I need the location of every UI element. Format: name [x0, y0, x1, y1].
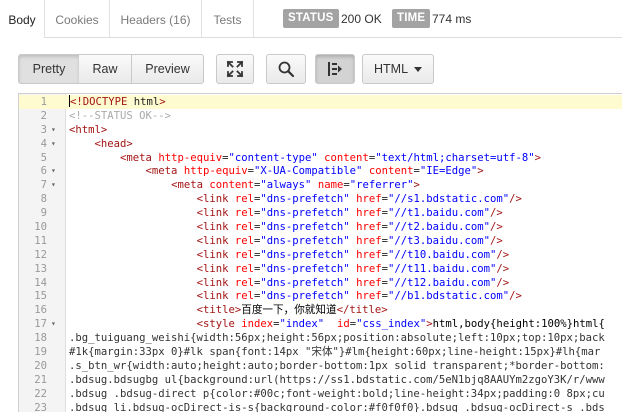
wrap-lines-button[interactable]: [315, 54, 355, 84]
code-line: 20 .s_btn_wr{width:auto;height:auto;borde…: [19, 359, 622, 373]
line-number: 9: [40, 207, 47, 220]
line-number: 6: [40, 165, 47, 178]
code-line: 15 <link rel="dns-prefetch" href="//b1.b…: [19, 289, 622, 303]
tab-cookies[interactable]: Cookies: [45, 0, 110, 37]
line-number: 14: [34, 276, 47, 289]
code-line: 13 <link rel="dns-prefetch" href="//t11.…: [19, 262, 622, 276]
code-text: <link rel="dns-prefetch" href="//b1.bdst…: [196, 290, 522, 303]
line-number: 16: [34, 304, 47, 317]
search-button[interactable]: [266, 54, 306, 84]
code-text: .s_btn_wr{width:auto;height:auto;border-…: [69, 359, 605, 372]
line-number: 4: [40, 137, 47, 150]
code-text: <!DOCTYPE html>: [69, 95, 166, 108]
code-line: 23 .bdsug li.bdsug-ocDirect-is-s{backgrou…: [19, 401, 622, 412]
fold-arrow-icon[interactable]: ▾: [51, 137, 61, 151]
wrap-lines-icon: [328, 62, 342, 76]
line-number: 15: [34, 290, 47, 303]
code-line: 21 .bdsug.bdsugbg ul{background:url(https…: [19, 373, 622, 387]
line-number: 11: [34, 234, 47, 247]
status-badge: STATUS: [283, 9, 339, 28]
code-line: 16 <title>百度一下，你就知道</title>: [19, 303, 622, 317]
code-line: 8 <link rel="dns-prefetch" href="//s1.bd…: [19, 192, 622, 206]
code-line: 19 #1k{margin:33px 0}#lk span{font:14px "…: [19, 345, 622, 359]
line-number: 12: [34, 248, 47, 261]
code-text: <title>百度一下，你就知道</title>: [196, 304, 388, 317]
code-line: 18 .bg_tuiguang_weishi{width:56px;height:…: [19, 331, 622, 345]
code-text: <meta content="always" name="referrer">: [171, 179, 420, 192]
code-text: #1k{margin:33px 0}#lk span{font:14px "宋体…: [69, 346, 601, 359]
code-text: <link rel="dns-prefetch" href="//t1.baid…: [196, 207, 503, 220]
line-number: 21: [34, 373, 47, 386]
code-text: <link rel="dns-prefetch" href="//t2.baid…: [196, 221, 503, 234]
response-tabs: Body Cookies Headers (16) Tests STATUS 2…: [0, 0, 622, 38]
code-line: 17 ▾ <style index="index" id="css_index">…: [19, 317, 622, 331]
line-number: 2: [40, 109, 47, 122]
tab-body[interactable]: Body: [0, 0, 45, 38]
code-line: 12 <link rel="dns-prefetch" href="//t10.…: [19, 248, 622, 262]
tab-tests[interactable]: Tests: [202, 0, 254, 37]
code-line: 10 <link rel="dns-prefetch" href="//t2.b…: [19, 220, 622, 234]
expand-button[interactable]: [216, 54, 254, 84]
fold-arrow-icon[interactable]: ▾: [51, 317, 61, 331]
code-text: <html>: [69, 123, 108, 136]
line-number: 7: [40, 179, 47, 192]
line-number: 3: [40, 123, 47, 136]
fold-arrow-icon[interactable]: ▾: [51, 164, 61, 178]
code-text: <head>: [94, 137, 133, 150]
code-line: 14 <link rel="dns-prefetch" href="//t12.…: [19, 276, 622, 290]
code-text: <link rel="dns-prefetch" href="//t12.bai…: [196, 276, 510, 289]
pretty-button[interactable]: Pretty: [18, 54, 80, 84]
response-body-editor[interactable]: 1 <!DOCTYPE html> 2 <!--STATUS OK--> 3 ▾ <html…: [18, 93, 622, 412]
code-text: <!--STATUS OK-->: [69, 109, 172, 122]
code-line: 5 <meta http-equiv="content-type" conten…: [19, 151, 622, 165]
code-text: <meta http-equiv="X-UA-Compatible" conte…: [145, 165, 484, 178]
code-text: .bdsug .bdsug-direct p{color:#00c;font-w…: [69, 387, 605, 400]
line-number: 23: [34, 401, 47, 412]
line-number: 10: [34, 221, 47, 234]
format-dropdown-label: HTML: [374, 62, 409, 76]
line-number: 5: [40, 151, 47, 164]
fold-arrow-icon[interactable]: ▾: [51, 123, 61, 137]
code-text: <link rel="dns-prefetch" href="//t3.baid…: [196, 234, 503, 247]
code-lines: 1 <!DOCTYPE html> 2 <!--STATUS OK--> 3 ▾ <html…: [19, 95, 622, 412]
code-text: .bdsug li.bdsug-ocDirect-is-s{background…: [69, 401, 605, 412]
code-text: <link rel="dns-prefetch" href="//t10.bai…: [196, 248, 510, 261]
code-text: <link rel="dns-prefetch" href="//t11.bai…: [196, 262, 510, 275]
code-text: <style index="index" id="css_index">html…: [196, 318, 605, 331]
code-line: 7 ▾ <meta content="always" name="referrer…: [19, 178, 622, 192]
code-line: 11 <link rel="dns-prefetch" href="//t3.b…: [19, 234, 622, 248]
line-number: 13: [34, 262, 47, 275]
line-number: 17: [34, 318, 47, 331]
time-value: 774 ms: [432, 12, 472, 26]
line-number: 1: [40, 96, 47, 108]
code-text: .bdsug.bdsugbg ul{background:url(https:/…: [69, 373, 605, 386]
status-value: 200 OK: [341, 12, 382, 26]
line-number: 20: [34, 359, 47, 372]
caret-down-icon: [414, 67, 422, 72]
code-line: 22 .bdsug .bdsug-direct p{color:#00c;font…: [19, 387, 622, 401]
preview-button[interactable]: Preview: [131, 54, 204, 84]
code-line: 3 ▾ <html>: [19, 123, 622, 137]
time-badge: TIME: [392, 9, 431, 28]
expand-icon: [226, 60, 244, 78]
line-number: 19: [34, 346, 47, 359]
code-text: <link rel="dns-prefetch" href="//s1.bdst…: [196, 193, 522, 206]
tab-headers[interactable]: Headers (16): [110, 0, 202, 37]
code-line: 2 <!--STATUS OK-->: [19, 109, 622, 123]
line-number: 8: [40, 193, 47, 206]
code-line: 6 ▾ <meta http-equiv="X-UA-Compatible" co…: [19, 164, 622, 178]
format-dropdown[interactable]: HTML: [362, 54, 434, 84]
raw-button[interactable]: Raw: [79, 54, 132, 84]
code-line: 1 <!DOCTYPE html>: [19, 95, 622, 109]
code-line: 4 ▾ <head>: [19, 137, 622, 151]
status-area: STATUS 200 OK TIME 774 ms: [283, 9, 603, 29]
fold-arrow-icon[interactable]: ▾: [51, 178, 61, 192]
code-text: <meta http-equiv="content-type" content=…: [120, 151, 542, 164]
code-line: 9 <link rel="dns-prefetch" href="//t1.ba…: [19, 206, 622, 220]
code-text: .bg_tuiguang_weishi{width:56px;height:56…: [69, 332, 605, 345]
line-number: 18: [34, 332, 47, 345]
search-icon: [278, 61, 295, 78]
line-number: 22: [34, 387, 47, 400]
